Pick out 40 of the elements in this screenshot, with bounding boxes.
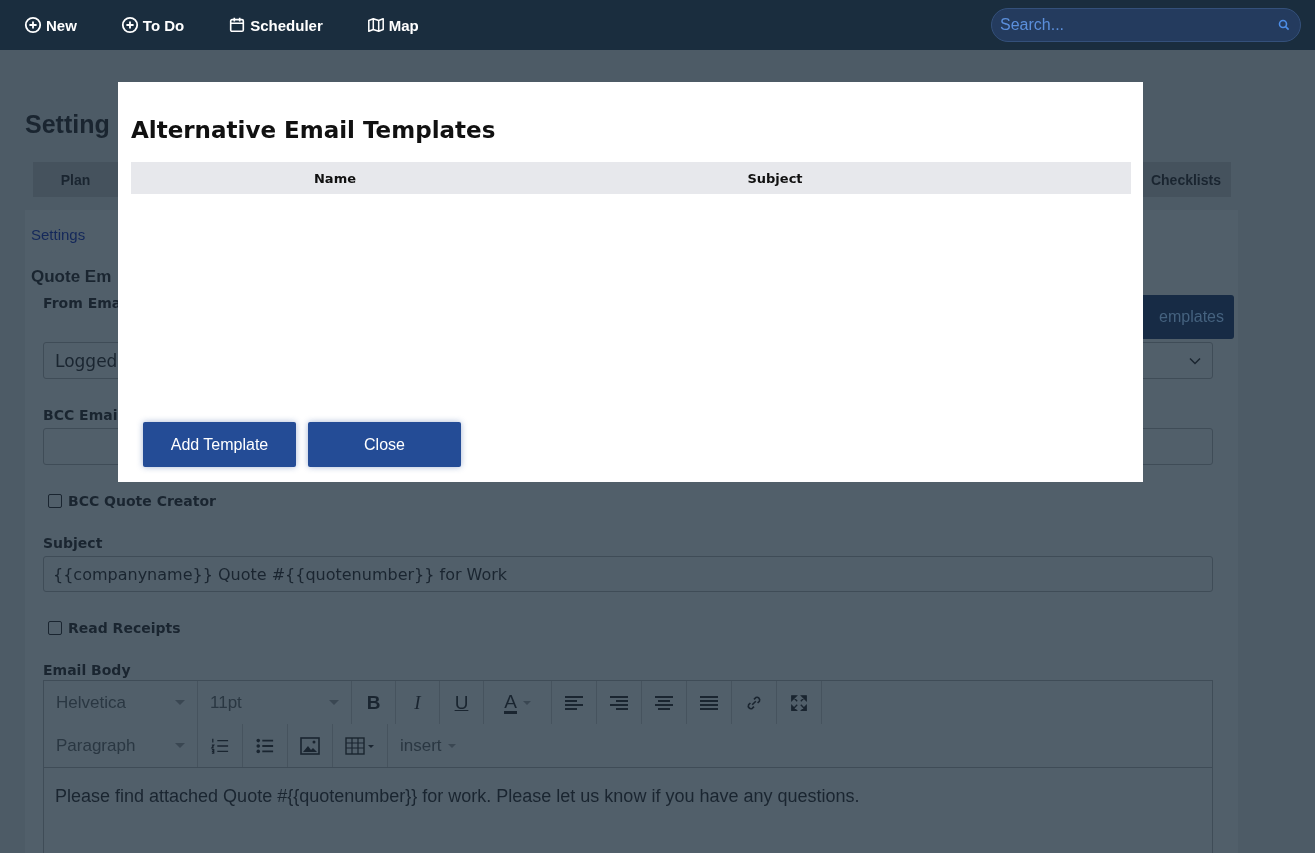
search-field[interactable]: Search... — [991, 8, 1301, 42]
text-color-button[interactable]: A — [484, 681, 552, 724]
email-body-text[interactable]: Please find attached Quote #{{quotenumber}} for work. Please let us know if you have any questions. — [44, 768, 1212, 825]
bold-button[interactable]: B — [352, 681, 396, 724]
calendar-icon — [228, 16, 247, 34]
map-icon — [366, 16, 385, 34]
chevron-down-icon — [1189, 356, 1201, 365]
italic-button[interactable]: I — [396, 681, 440, 724]
field-label: Subject — [43, 535, 104, 551]
checkbox-label: Read Receipts — [68, 620, 181, 636]
section-title: Quote Em — [31, 267, 113, 287]
align-right-icon[interactable] — [609, 693, 629, 712]
column-header: Name — [313, 170, 357, 186]
underline-button[interactable]: U — [440, 681, 484, 724]
nav-link[interactable]: Map — [366, 16, 419, 34]
fullscreen-icon[interactable] — [789, 693, 809, 712]
checkbox-label: BCC Quote Creator — [68, 493, 216, 509]
nav-link[interactable]: To Do — [120, 16, 185, 34]
numbered-list-icon[interactable] — [210, 736, 230, 755]
justify-icon[interactable] — [699, 693, 719, 712]
align-left-icon[interactable] — [564, 693, 584, 712]
column-header: Subject — [746, 170, 804, 186]
field-label: BCC Emai — [43, 407, 119, 423]
plus-circle-icon — [120, 16, 139, 34]
table-icon[interactable] — [345, 736, 375, 755]
close-button[interactable]: Close — [308, 422, 461, 467]
bullet-list-icon[interactable] — [255, 736, 275, 755]
align-center-icon[interactable] — [654, 693, 674, 712]
nav-link[interactable]: Scheduler — [228, 16, 323, 34]
search-icon — [1278, 19, 1290, 31]
checkbox[interactable] — [48, 621, 62, 635]
field-label: Email Body — [43, 662, 132, 678]
nav-link[interactable]: New — [24, 16, 77, 34]
breadcrumb-link[interactable]: Settings — [31, 226, 86, 243]
input-field[interactable]: {{companyname}} Quote #{{quotenumber}} for Work — [43, 556, 1213, 592]
add-template-button[interactable]: Add Template — [143, 422, 296, 467]
checkbox[interactable] — [48, 494, 62, 508]
image-icon[interactable] — [300, 736, 320, 755]
plus-circle-icon — [24, 16, 42, 34]
modal-title: Alternative Email Templates — [131, 117, 497, 143]
